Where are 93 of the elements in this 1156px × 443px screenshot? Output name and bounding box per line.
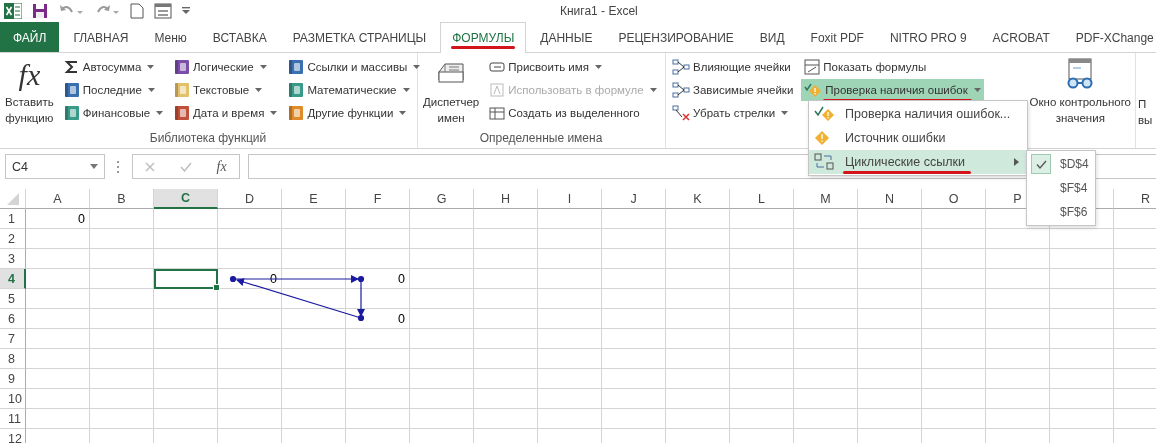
dropdown-caret-icon (781, 111, 789, 115)
form-icon[interactable] (154, 3, 172, 19)
ribbon-button[interactable]: Автосумма (60, 56, 167, 78)
cell-value: 0 (398, 312, 405, 326)
ribbon-tab[interactable]: Меню (142, 22, 199, 52)
dropdown-caret-icon (156, 111, 164, 115)
checkmark-icon (1035, 159, 1047, 169)
table-icon (489, 105, 506, 121)
enter-check-icon[interactable] (179, 161, 192, 172)
dropdown-caret-icon (402, 88, 410, 92)
dropdown-caret-icon (147, 88, 155, 92)
ribbon-button[interactable]: Математические (285, 79, 424, 101)
dropdown-caret-icon (90, 164, 98, 169)
menu-item[interactable]: Циклические ссылки (809, 150, 1027, 174)
row-header[interactable]: 4 (0, 269, 26, 289)
ribbon-button[interactable]: Текстовые (171, 79, 281, 101)
formula-icon (489, 82, 506, 98)
ribbon-tab[interactable]: ВСТАВКА (200, 22, 279, 52)
trace-icon (672, 59, 690, 75)
ribbon-button[interactable]: Ссылки и массивы (285, 56, 424, 78)
remove-arrows-icon (672, 105, 690, 121)
excel-logo-icon[interactable] (4, 3, 22, 19)
error-check-icon (804, 82, 823, 98)
dropdown-caret-icon (973, 88, 981, 92)
cell-value: 0 (78, 212, 85, 226)
save-icon[interactable] (32, 3, 48, 19)
sum-icon (63, 59, 80, 75)
group-label: Библиотека функций (149, 131, 267, 145)
ribbon-button[interactable]: Присвоить имя (486, 56, 660, 78)
dropdown-caret-icon (594, 65, 602, 69)
ribbon-button[interactable]: Показать формулы (801, 56, 984, 78)
ribbon-tab[interactable]: ФАЙЛ (0, 22, 60, 52)
ribbon-tab[interactable]: ГЛАВНАЯ (61, 22, 141, 52)
ribbon-tab[interactable]: ВИД (747, 22, 797, 52)
error-check-icon (814, 105, 836, 123)
trace-icon (672, 82, 690, 98)
dropdown-caret-icon (413, 65, 421, 69)
ribbon-tab[interactable]: ФОРМУЛЫ (440, 22, 527, 53)
tag-icon (489, 59, 506, 75)
ribbon-button[interactable]: Последние (60, 79, 167, 101)
ribbon-button[interactable]: Зависимые ячейки (669, 79, 797, 101)
ribbon-large-button[interactable]: Диспетчер имен (421, 56, 482, 128)
formula-sheet-icon (804, 59, 821, 75)
ribbon-tab[interactable]: ДАННЫЕ (528, 22, 605, 52)
book-icon (288, 82, 305, 98)
book-icon (288, 105, 305, 121)
menu-item[interactable]: Проверка наличия ошибок... (809, 102, 1027, 126)
dropdown-caret-icon (649, 88, 657, 92)
cell-value: 0 (270, 272, 277, 286)
menu-item[interactable]: Источник ошибки (809, 126, 1027, 150)
ribbon-tab[interactable]: PDF-XChange (1063, 22, 1156, 52)
fill-handle[interactable] (213, 284, 220, 291)
book-icon (174, 105, 191, 121)
ribbon-tab[interactable]: ACROBAT (980, 22, 1062, 52)
book-icon (174, 82, 191, 98)
dropdown-caret-icon (259, 65, 267, 69)
ribbon-button[interactable]: Влияющие ячейки (669, 56, 797, 78)
ribbon-button[interactable]: Создать из выделенного (486, 102, 660, 124)
book-icon (174, 59, 191, 75)
name-box[interactable]: C4 (5, 154, 105, 179)
menu-item[interactable]: $D$4 (1027, 152, 1095, 176)
ribbon-button[interactable]: Убрать стрелки (669, 102, 797, 124)
group-label: Определенные имена (479, 131, 603, 145)
ribbon-button[interactable]: Проверка наличия ошибок (801, 79, 984, 101)
cell-value: 0 (398, 272, 405, 286)
ribbon-button[interactable]: Логические (171, 56, 281, 78)
ribbon-tab[interactable]: РАЗМЕТКА СТРАНИЦЫ (280, 22, 439, 52)
window-title: Книга1 - Excel (560, 4, 638, 18)
circular-reference-icon (814, 153, 836, 171)
insert-function-button[interactable]: fx (216, 158, 227, 175)
ribbon-large-button[interactable]: Окно контрольного значения (1029, 56, 1131, 128)
ribbon-button[interactable]: Другие функции (285, 102, 424, 124)
book-icon (288, 59, 305, 75)
dropdown-caret-icon (270, 111, 278, 115)
book-icon (63, 82, 80, 98)
ribbon-tab[interactable]: NITRO PRO 9 (877, 22, 979, 52)
ribbon-button[interactable]: Дата и время (171, 102, 281, 124)
ribbon-tab[interactable]: РЕЦЕНЗИРОВАНИЕ (606, 22, 746, 52)
splitter-handle[interactable] (117, 161, 120, 173)
ribbon-large-button[interactable]: fx Вставить функцию (3, 56, 56, 128)
ribbon-tab[interactable]: Foxit PDF (798, 22, 876, 52)
column-header[interactable]: C (154, 189, 218, 209)
book-icon (63, 105, 80, 121)
dropdown-caret-icon (147, 65, 155, 69)
dropdown-caret-icon (255, 88, 263, 92)
cell-cursor[interactable] (154, 269, 218, 289)
new-document-icon[interactable] (130, 3, 144, 19)
submenu-arrow-icon (1014, 158, 1019, 166)
function-icon: fx (18, 58, 41, 92)
ribbon-button[interactable]: Финансовые (60, 102, 167, 124)
ribbon-large-button[interactable]: П вы (1138, 56, 1153, 130)
dropdown-caret-icon (399, 111, 407, 115)
customize-caret-icon[interactable] (182, 7, 190, 15)
